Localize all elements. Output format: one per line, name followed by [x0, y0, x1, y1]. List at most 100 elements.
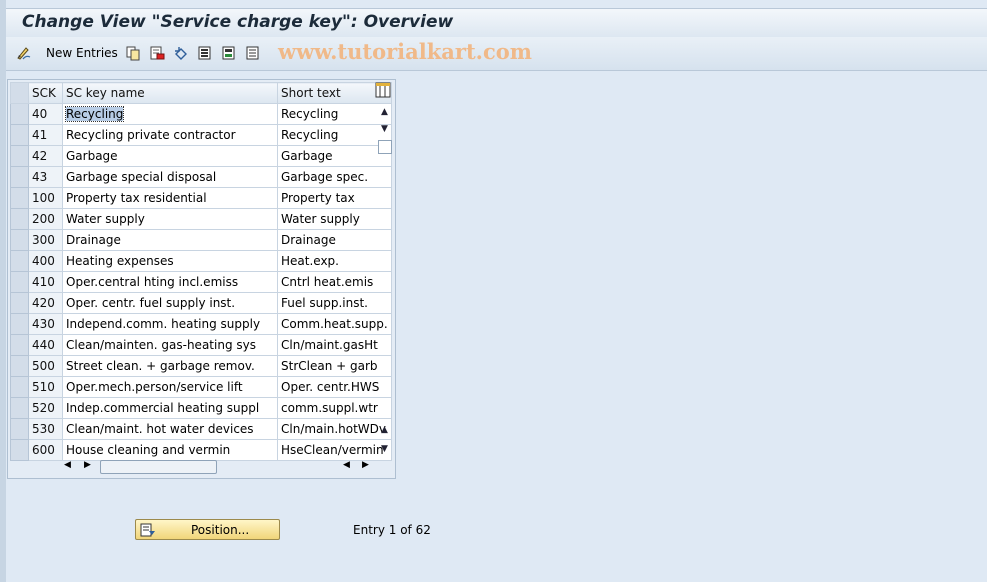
- scroll-line-down-icon[interactable]: ▲: [378, 423, 391, 437]
- row-selector[interactable]: [10, 187, 29, 209]
- row-selector[interactable]: [10, 103, 29, 125]
- row-selector[interactable]: [10, 313, 29, 335]
- sc-key-name-field[interactable]: Heating expenses: [62, 250, 278, 272]
- sc-key-name-field[interactable]: Indep.commercial heating suppl: [62, 397, 278, 419]
- short-text-field[interactable]: Cln/maint.gasHt: [277, 334, 392, 356]
- table-row[interactable]: 200 Water supply Water supply: [10, 208, 392, 230]
- table-row[interactable]: 42 Garbage Garbage: [10, 145, 392, 167]
- row-selector[interactable]: [10, 355, 29, 377]
- row-selector[interactable]: [10, 166, 29, 188]
- sc-key-name-field[interactable]: Street clean. + garbage remov.: [62, 355, 278, 377]
- row-selector[interactable]: [10, 334, 29, 356]
- sck-cell: 510: [28, 376, 63, 398]
- short-text-field[interactable]: StrClean + garb: [277, 355, 392, 377]
- horizontal-scroll-thumb[interactable]: [100, 460, 217, 474]
- scroll-page-down-icon[interactable]: ▼: [378, 442, 391, 456]
- short-text-field[interactable]: Recycling: [277, 124, 392, 146]
- table-row[interactable]: 100 Property tax residential Property tax: [10, 187, 392, 209]
- short-text-field[interactable]: Recycling: [277, 103, 392, 125]
- short-text-value: Oper. centr.HWS: [281, 380, 380, 394]
- table-row[interactable]: 430 Independ.comm. heating supply Comm.hea…: [10, 313, 392, 335]
- sc-key-name-field[interactable]: Property tax residential: [62, 187, 278, 209]
- sc-key-name-field[interactable]: Oper.central hting incl.emiss: [62, 271, 278, 293]
- table-row[interactable]: 400 Heating expenses Heat.exp.: [10, 250, 392, 272]
- sc-key-name-field[interactable]: Recycling: [62, 103, 278, 125]
- scroll-right-icon[interactable]: ▶: [84, 460, 91, 470]
- row-selector[interactable]: [10, 250, 29, 272]
- short-text-field[interactable]: Cln/main.hotWDv: [277, 418, 392, 440]
- new-entries-label: New Entries: [46, 46, 118, 60]
- undo-change-button[interactable]: [173, 43, 189, 63]
- sc-key-name-field[interactable]: Oper.mech.person/service lift: [62, 376, 278, 398]
- table-row[interactable]: 510 Oper.mech.person/service lift Oper. ce…: [10, 376, 392, 398]
- row-selector[interactable]: [10, 229, 29, 251]
- column-header-sck[interactable]: SCK: [28, 82, 63, 104]
- select-all-rows-cell[interactable]: [10, 82, 29, 104]
- table-row[interactable]: 410 Oper.central hting incl.emiss Cntrl he…: [10, 271, 392, 293]
- sc-key-name-field[interactable]: Water supply: [62, 208, 278, 230]
- short-text-field[interactable]: Comm.heat.supp.: [277, 313, 392, 335]
- scroll-left-icon[interactable]: ◀: [64, 460, 71, 470]
- short-text-field[interactable]: Garbage: [277, 145, 392, 167]
- sc-key-name-field[interactable]: Recycling private contractor: [62, 124, 278, 146]
- sc-key-name-field[interactable]: Oper. centr. fuel supply inst.: [62, 292, 278, 314]
- sc-key-name-field[interactable]: Clean/maint. hot water devices: [62, 418, 278, 440]
- sc-key-name-field[interactable]: Clean/mainten. gas-heating sys: [62, 334, 278, 356]
- table-row[interactable]: 520 Indep.commercial heating suppl comm.su…: [10, 397, 392, 419]
- table-row[interactable]: 530 Clean/maint. hot water devices Cln/mai…: [10, 418, 392, 440]
- scroll-thumb[interactable]: [378, 140, 392, 154]
- sc-key-name-field[interactable]: Independ.comm. heating supply: [62, 313, 278, 335]
- short-text-field[interactable]: Drainage: [277, 229, 392, 251]
- sc-key-name-text: Oper.central hting incl.emiss: [66, 275, 239, 289]
- delete-button[interactable]: [149, 43, 165, 63]
- short-text-field[interactable]: comm.suppl.wtr: [277, 397, 392, 419]
- row-selector[interactable]: [10, 145, 29, 167]
- short-text-field[interactable]: Heat.exp.: [277, 250, 392, 272]
- sc-key-name-field[interactable]: Garbage: [62, 145, 278, 167]
- position-button[interactable]: Position...: [135, 519, 280, 540]
- row-selector[interactable]: [10, 376, 29, 398]
- select-block-icon: [221, 45, 237, 61]
- scroll-line-up-icon[interactable]: ▼: [378, 122, 391, 136]
- row-selector[interactable]: [10, 271, 29, 293]
- sck-cell: 400: [28, 250, 63, 272]
- column-header-sc-key-name[interactable]: SC key name: [62, 82, 278, 104]
- table-row[interactable]: 43 Garbage special disposal Garbage spec.: [10, 166, 392, 188]
- sc-key-name-text: Independ.comm. heating supply: [66, 317, 261, 331]
- scroll-page-up-icon[interactable]: ▲: [378, 105, 391, 119]
- copy-as-button[interactable]: [125, 43, 141, 63]
- row-selector[interactable]: [10, 397, 29, 419]
- new-entries-button[interactable]: New Entries: [46, 43, 118, 63]
- table-header-row: SCK SC key name Short text: [10, 82, 392, 104]
- row-selector[interactable]: [10, 124, 29, 146]
- short-text-field[interactable]: Garbage spec.: [277, 166, 392, 188]
- short-text-field[interactable]: Oper. centr.HWS: [277, 376, 392, 398]
- table-row[interactable]: 440 Clean/mainten. gas-heating sys Cln/mai…: [10, 334, 392, 356]
- row-selector[interactable]: [10, 208, 29, 230]
- row-selector[interactable]: [10, 418, 29, 440]
- table-row[interactable]: 420 Oper. centr. fuel supply inst. Fuel su…: [10, 292, 392, 314]
- select-all-button[interactable]: [197, 43, 213, 63]
- table-row[interactable]: 500 Street clean. + garbage remov. StrClea…: [10, 355, 392, 377]
- table-row[interactable]: 41 Recycling private contractor Recycling: [10, 124, 392, 146]
- short-text-field[interactable]: Property tax: [277, 187, 392, 209]
- deselect-all-icon: [245, 45, 261, 61]
- sc-key-name-field[interactable]: Drainage: [62, 229, 278, 251]
- short-text-field[interactable]: Cntrl heat.emis: [277, 271, 392, 293]
- scroll-left-icon[interactable]: ◀: [343, 460, 350, 470]
- short-text-field[interactable]: Fuel supp.inst.: [277, 292, 392, 314]
- display-change-button[interactable]: [16, 43, 32, 63]
- vertical-scrollbar[interactable]: ▲ ▼ ▲ ▼: [376, 103, 393, 458]
- row-selector[interactable]: [10, 292, 29, 314]
- table-row[interactable]: 300 Drainage Drainage: [10, 229, 392, 251]
- short-text-value: Comm.heat.supp.: [281, 317, 388, 331]
- select-block-button[interactable]: [221, 43, 237, 63]
- table-row[interactable]: 40 Recycling Recycling: [10, 103, 392, 125]
- deselect-all-button[interactable]: [245, 43, 261, 63]
- sc-key-name-field[interactable]: Garbage special disposal: [62, 166, 278, 188]
- short-text-value: Cln/maint.gasHt: [281, 338, 378, 352]
- short-text-field[interactable]: Water supply: [277, 208, 392, 230]
- scroll-right-icon[interactable]: ▶: [362, 460, 369, 470]
- table-settings-button[interactable]: [375, 82, 392, 99]
- sc-key-name-text: Street clean. + garbage remov.: [66, 359, 255, 373]
